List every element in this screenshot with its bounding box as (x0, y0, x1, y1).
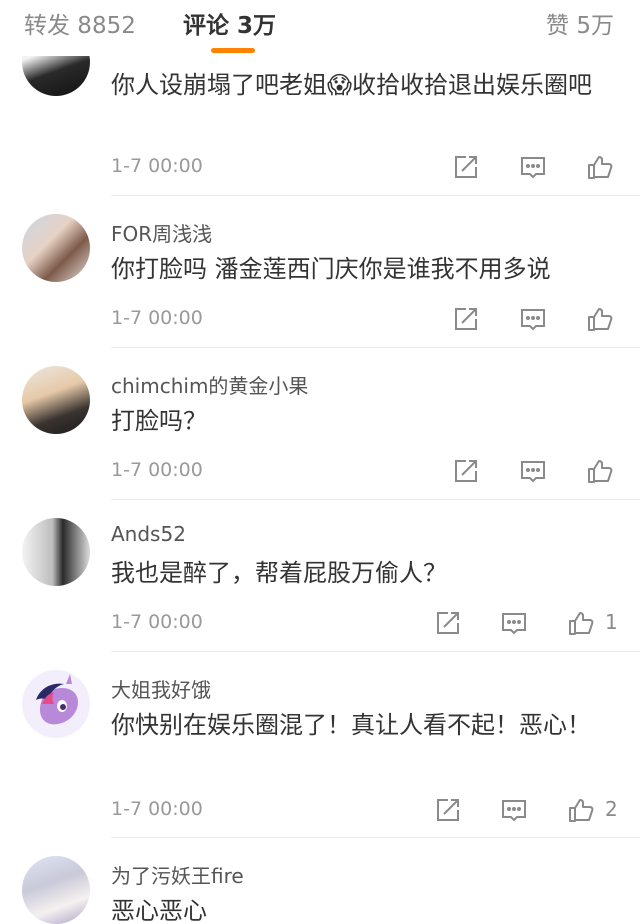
comment-text: 你打脸吗 潘金莲西门庆你是谁我不用多说 (111, 255, 551, 283)
comment-time: 1-7 00:00 (111, 459, 203, 481)
tab-likes[interactable]: 赞 5万 (546, 6, 614, 40)
comment-username[interactable]: FOR周浅浅 (111, 218, 212, 247)
comment-icon[interactable] (499, 795, 529, 825)
comment-text: 你人设崩塌了吧老姐😱收拾收拾退出娱乐圈吧 (111, 71, 593, 99)
comment-item: FOR周浅浅 你打脸吗 潘金莲西门庆你是谁我不用多说 1-7 00:00 (0, 196, 640, 348)
comment-username[interactable]: chimchim的黄金小果 (111, 370, 308, 399)
avatar[interactable] (22, 856, 90, 924)
comment-icon[interactable] (518, 456, 548, 486)
like-count: 2 (605, 797, 618, 821)
comment-text: 恶心恶心 (111, 897, 207, 924)
like-icon[interactable] (566, 795, 596, 825)
comment-time: 1-7 00:00 (111, 155, 203, 177)
comment-icon[interactable] (518, 304, 548, 334)
comment-text: 打脸吗？ (111, 407, 207, 435)
tab-repost[interactable]: 转发 8852 (24, 6, 136, 40)
avatar[interactable] (22, 518, 90, 586)
comment-time: 1-7 00:00 (111, 307, 203, 329)
repost-icon[interactable] (451, 456, 481, 486)
repost-icon[interactable] (451, 152, 481, 182)
like-icon[interactable] (585, 152, 615, 182)
repost-icon[interactable] (433, 608, 463, 638)
comment-username[interactable]: Ands52 (111, 522, 186, 546)
comment-icon[interactable] (518, 152, 548, 182)
avatar[interactable] (22, 214, 90, 282)
comment-text: 你快别在娱乐圈混了！真让人看不起！恶心！ (111, 711, 591, 739)
like-icon[interactable] (566, 608, 596, 638)
comment-item: 为了污妖王fire 恶心恶心 (0, 838, 640, 924)
comment-time: 1-7 00:00 (111, 798, 203, 820)
repost-icon[interactable] (433, 795, 463, 825)
pony-icon (36, 674, 78, 725)
avatar[interactable] (22, 366, 90, 434)
comment-time: 1-7 00:00 (111, 611, 203, 633)
like-icon[interactable] (585, 456, 615, 486)
comment-text: 我也是醉了，帮着屁股万偷人？ (111, 559, 447, 587)
comment-username[interactable]: 为了污妖王fire (111, 860, 244, 889)
like-icon[interactable] (585, 304, 615, 334)
like-count: 1 (605, 610, 618, 634)
tab-bar: 转发 8852 评论 3万 赞 5万 (0, 0, 640, 56)
comment-username[interactable]: 大姐我好饿 (111, 674, 211, 703)
tab-comments[interactable]: 评论 3万 (183, 6, 276, 40)
active-tab-indicator (211, 48, 255, 53)
comment-item: Ands52 我也是醉了，帮着屁股万偷人？ 1-7 00:00 1 (0, 500, 640, 652)
repost-icon[interactable] (451, 304, 481, 334)
comment-item: chimchim的黄金小果 打脸吗？ 1-7 00:00 (0, 348, 640, 500)
avatar[interactable] (22, 670, 90, 738)
comment-item: 大姐我好饿 你快别在娱乐圈混了！真让人看不起！恶心！ 1-7 00:00 2 (0, 652, 640, 838)
comment-icon[interactable] (499, 608, 529, 638)
